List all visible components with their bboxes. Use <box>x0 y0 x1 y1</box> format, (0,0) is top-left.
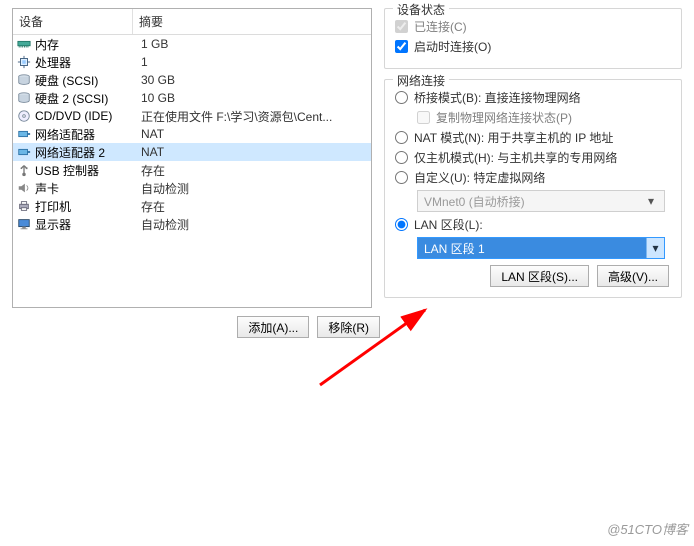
network-connection-group: 网络连接 桥接模式(B): 直接连接物理网络 复制物理网络连接状态(P) NAT… <box>384 79 682 298</box>
disk-icon <box>17 73 31 87</box>
table-row[interactable]: 硬盘 (SCSI) 30 GB <box>13 71 371 89</box>
device-name: 声卡 <box>35 180 59 197</box>
table-row[interactable]: 显示器 自动检测 <box>13 215 371 233</box>
table-row[interactable]: 打印机 存在 <box>13 197 371 215</box>
table-row[interactable]: 网络适配器 NAT <box>13 125 371 143</box>
table-row[interactable]: 硬盘 2 (SCSI) 10 GB <box>13 89 371 107</box>
net-icon <box>17 127 31 141</box>
connect-at-start-label[interactable]: 启动时连接(O) <box>414 38 491 55</box>
device-name: 网络适配器 <box>35 126 95 143</box>
device-summary: 1 <box>135 55 367 69</box>
display-icon <box>17 217 31 231</box>
device-name: 网络适配器 2 <box>35 144 105 161</box>
device-name: 硬盘 (SCSI) <box>35 72 98 89</box>
device-summary: NAT <box>135 145 367 159</box>
table-row[interactable]: USB 控制器 存在 <box>13 161 371 179</box>
add-device-button[interactable]: 添加(A)... <box>237 316 309 338</box>
connected-row: 已连接(C) <box>395 18 671 35</box>
replicate-checkbox <box>417 111 430 124</box>
connected-checkbox <box>395 20 408 33</box>
device-status-legend: 设备状态 <box>393 1 449 18</box>
connect-at-start-checkbox[interactable] <box>395 40 408 53</box>
device-name: 硬盘 2 (SCSI) <box>35 90 108 107</box>
device-name: 处理器 <box>35 54 71 71</box>
cd-icon <box>17 109 31 123</box>
table-row[interactable]: 声卡 自动检测 <box>13 179 371 197</box>
settings-panel: 设备状态 已连接(C) 启动时连接(O) 网络连接 桥接模式(B): 直接连接物… <box>384 8 682 308</box>
advanced-button[interactable]: 高级(V)... <box>597 265 669 287</box>
custom-label[interactable]: 自定义(U): 特定虚拟网络 <box>414 169 545 186</box>
watermark: @51CTO博客 <box>607 519 688 538</box>
nat-row[interactable]: NAT 模式(N): 用于共享主机的 IP 地址 <box>395 129 671 146</box>
bridged-label[interactable]: 桥接模式(B): 直接连接物理网络 <box>414 89 581 106</box>
usb-icon <box>17 163 31 177</box>
device-summary: NAT <box>135 127 367 141</box>
memory-icon <box>17 37 31 51</box>
device-summary: 30 GB <box>135 73 367 87</box>
net-icon <box>17 145 31 159</box>
connect-at-start-row[interactable]: 启动时连接(O) <box>395 38 671 55</box>
device-summary: 存在 <box>135 162 367 179</box>
chevron-down-icon[interactable]: ▾ <box>646 238 664 258</box>
table-row[interactable]: 处理器 1 <box>13 53 371 71</box>
bridged-radio[interactable] <box>395 91 408 104</box>
device-list-panel: 设备 摘要 内存 1 GB 处理器 1 硬盘 (SCSI) 30 GB 硬盘 2 (SCSI… <box>12 8 372 308</box>
host-only-label[interactable]: 仅主机模式(H): 与主机共享的专用网络 <box>414 149 617 166</box>
lan-segment-row[interactable]: LAN 区段(L): <box>395 216 671 233</box>
lan-segment-label[interactable]: LAN 区段(L): <box>414 216 483 233</box>
device-table-body: 内存 1 GB 处理器 1 硬盘 (SCSI) 30 GB 硬盘 2 (SCSI) 10 GB… <box>13 35 371 307</box>
replicate-label: 复制物理网络连接状态(P) <box>436 109 572 126</box>
custom-radio[interactable] <box>395 171 408 184</box>
cpu-icon <box>17 55 31 69</box>
lan-segment-value: LAN 区段 1 <box>424 240 485 257</box>
device-summary: 存在 <box>135 198 367 215</box>
device-status-group: 设备状态 已连接(C) 启动时连接(O) <box>384 8 682 69</box>
lan-segment-radio[interactable] <box>395 218 408 231</box>
lan-segments-button[interactable]: LAN 区段(S)... <box>490 265 589 287</box>
device-name: 内存 <box>35 36 59 53</box>
sound-icon <box>17 181 31 195</box>
device-summary: 1 GB <box>135 37 367 51</box>
disk-icon <box>17 91 31 105</box>
device-name: 显示器 <box>35 216 71 233</box>
device-name: 打印机 <box>35 198 71 215</box>
remove-device-button[interactable]: 移除(R) <box>317 316 380 338</box>
host-only-radio[interactable] <box>395 151 408 164</box>
nat-radio[interactable] <box>395 131 408 144</box>
nat-label[interactable]: NAT 模式(N): 用于共享主机的 IP 地址 <box>414 129 613 146</box>
connected-label: 已连接(C) <box>414 18 467 35</box>
table-row[interactable]: 网络适配器 2 NAT <box>13 143 371 161</box>
lan-segment-dropdown[interactable]: LAN 区段 1 ▾ <box>417 237 665 259</box>
host-only-row[interactable]: 仅主机模式(H): 与主机共享的专用网络 <box>395 149 671 166</box>
col-summary[interactable]: 摘要 <box>133 9 371 34</box>
device-summary: 正在使用文件 F:\学习\资源包\Cent... <box>135 108 367 125</box>
device-name: CD/DVD (IDE) <box>35 109 112 123</box>
device-summary: 10 GB <box>135 91 367 105</box>
table-row[interactable]: 内存 1 GB <box>13 35 371 53</box>
custom-vmnet-value: VMnet0 (自动桥接) <box>424 193 525 210</box>
custom-row[interactable]: 自定义(U): 特定虚拟网络 <box>395 169 671 186</box>
replicate-row: 复制物理网络连接状态(P) <box>417 109 671 126</box>
chevron-down-icon: ▾ <box>644 194 658 208</box>
device-summary: 自动检测 <box>135 180 367 197</box>
device-table-header: 设备 摘要 <box>13 9 371 35</box>
network-connection-legend: 网络连接 <box>393 72 449 89</box>
device-name: USB 控制器 <box>35 162 99 179</box>
col-device[interactable]: 设备 <box>13 9 133 34</box>
custom-vmnet-dropdown: VMnet0 (自动桥接) ▾ <box>417 190 665 212</box>
bridged-row[interactable]: 桥接模式(B): 直接连接物理网络 <box>395 89 671 106</box>
table-row[interactable]: CD/DVD (IDE) 正在使用文件 F:\学习\资源包\Cent... <box>13 107 371 125</box>
device-summary: 自动检测 <box>135 216 367 233</box>
printer-icon <box>17 199 31 213</box>
